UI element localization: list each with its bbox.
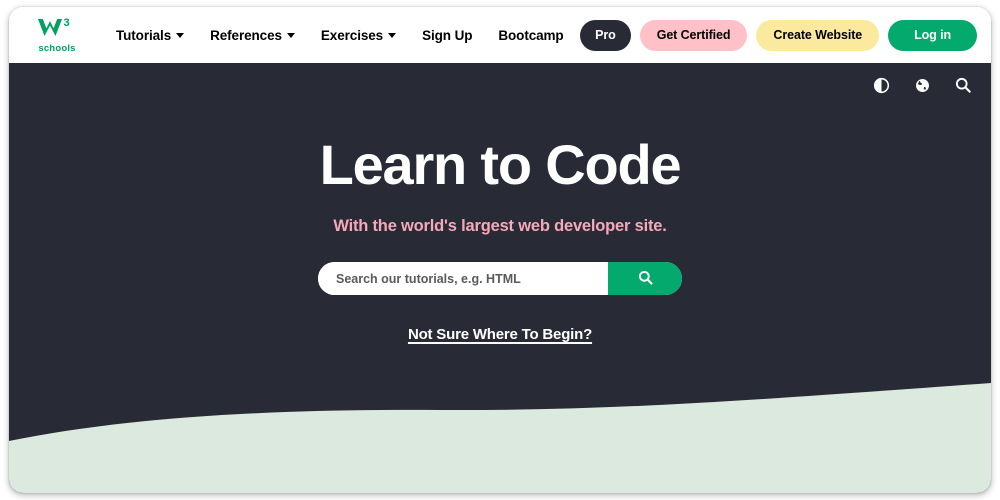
nav-item-tutorials[interactable]: Tutorials [103, 22, 197, 49]
search-toggle-icon[interactable] [953, 75, 973, 95]
header-actions: Pro Get Certified Create Website Log in [580, 19, 977, 51]
chevron-down-icon [176, 32, 185, 38]
nav-item-exercises[interactable]: Exercises [308, 22, 409, 49]
page-title: Learn to Code [319, 133, 682, 196]
decorative-wave [9, 383, 991, 493]
get-certified-button[interactable]: Get Certified [639, 19, 748, 51]
create-website-button[interactable]: Create Website [756, 19, 880, 51]
logo-wordmark: schools [38, 43, 76, 55]
language-globe-icon[interactable] [912, 75, 932, 95]
pro-button[interactable]: Pro [580, 19, 631, 51]
chevron-down-icon [388, 32, 397, 38]
log-in-button[interactable]: Log in [888, 19, 977, 51]
nav-label-tutorials: Tutorials [116, 27, 172, 43]
chevron-down-icon [286, 32, 295, 38]
w3schools-logo[interactable]: 3 schools [33, 16, 81, 54]
page-root: 3 schools Tutorials References Exercises [0, 0, 1000, 500]
browser-frame: 3 schools Tutorials References Exercises [9, 7, 991, 493]
search-icon [637, 269, 654, 289]
nav-item-sign-up[interactable]: Sign Up [409, 22, 485, 49]
search-input[interactable] [318, 262, 608, 295]
nav-label-bootcamp: Bootcamp [498, 27, 564, 43]
nav-label-references: References [210, 27, 282, 43]
w3-logo-icon: 3 [36, 16, 78, 45]
not-sure-where-to-begin-link[interactable]: Not Sure Where To Begin? [408, 326, 592, 343]
main-nav: Tutorials References Exercises Sign Up B… [103, 22, 577, 49]
search-submit-button[interactable] [608, 262, 682, 295]
contrast-toggle-icon[interactable] [871, 75, 891, 95]
hero-subtitle: With the world's largest web developer s… [333, 217, 667, 235]
svg-text:3: 3 [64, 17, 70, 29]
nav-label-exercises: Exercises [320, 27, 384, 43]
begin-link-row: Not Sure Where To Begin? [9, 326, 991, 344]
nav-item-references[interactable]: References [197, 22, 308, 49]
hero-content: Learn to Code With the world's largest w… [9, 63, 991, 344]
hero-section: Learn to Code With the world's largest w… [9, 63, 991, 493]
hero-search-row [9, 262, 991, 295]
top-navigation-bar: 3 schools Tutorials References Exercises [9, 7, 991, 63]
hero-utility-icons [871, 75, 973, 95]
nav-label-sign-up: Sign Up [422, 27, 473, 43]
search-box [318, 262, 682, 295]
nav-item-bootcamp[interactable]: Bootcamp [485, 22, 576, 49]
